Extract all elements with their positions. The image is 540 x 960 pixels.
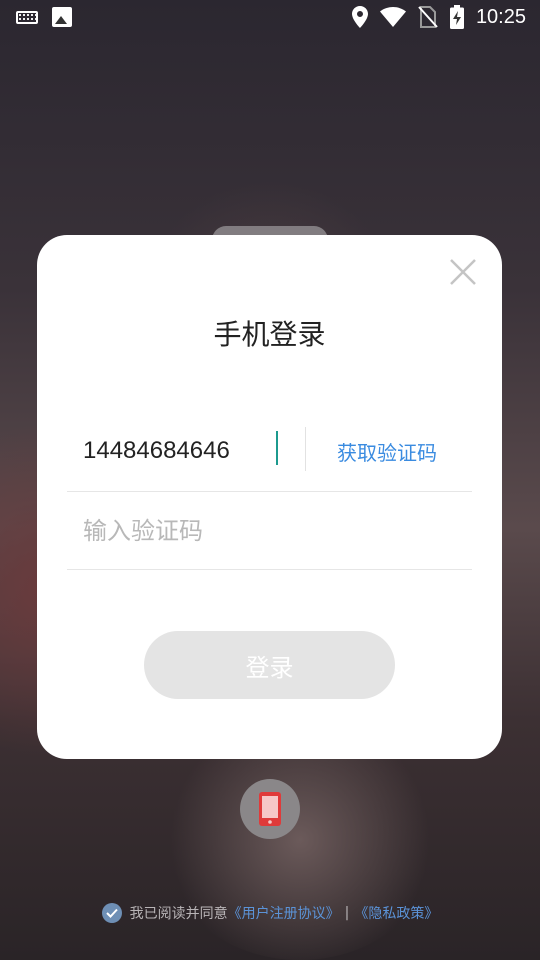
text-cursor (276, 431, 278, 465)
location-icon (351, 6, 368, 28)
code-input[interactable] (83, 513, 443, 549)
dialog-title: 手机登录 (213, 318, 326, 351)
battery-charging-icon (449, 5, 464, 29)
phone-row: 获取验证码 (67, 411, 472, 492)
get-code-button[interactable]: 获取验证码 (337, 437, 437, 466)
keyboard-icon (16, 10, 38, 24)
mobile-phone-icon (259, 792, 281, 826)
no-sim-icon (418, 6, 438, 28)
user-agreement-link[interactable]: 《用户注册协议》 (228, 903, 340, 923)
divider (305, 427, 306, 471)
agreement-separator: | (344, 905, 350, 921)
privacy-policy-link[interactable]: 《隐私政策》 (354, 903, 438, 923)
agreement-checkbox[interactable] (101, 903, 122, 923)
image-icon (52, 7, 72, 27)
phone-input[interactable] (83, 433, 283, 469)
check-icon (105, 908, 118, 918)
code-row (67, 491, 472, 570)
status-bar: 10:25 (0, 0, 540, 36)
login-screen: 10:25 手机登录 获取验证码 登录 (0, 0, 540, 960)
agreement-text: 我已阅读并同意 (129, 906, 228, 922)
close-button[interactable] (448, 257, 478, 287)
close-icon (450, 259, 476, 285)
status-time: 10:25 (475, 5, 526, 28)
phone-login-button[interactable] (240, 779, 300, 839)
agreement-row: 我已阅读并同意 《用户注册协议》 | 《隐私政策》 (0, 903, 540, 923)
login-button[interactable]: 登录 (144, 631, 395, 699)
wifi-icon (379, 7, 406, 27)
login-dialog: 手机登录 获取验证码 登录 (37, 235, 502, 759)
